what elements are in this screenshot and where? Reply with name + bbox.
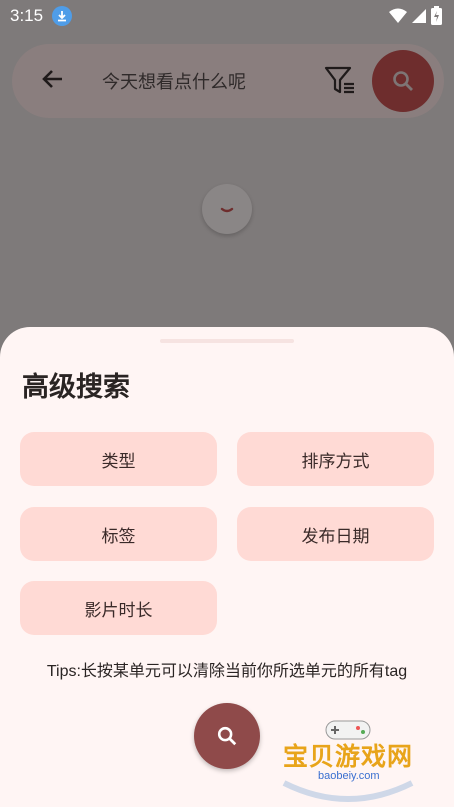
advanced-search-sheet: 高级搜索 类型 排序方式 标签 发布日期 影片时长 Tips:长按某单元可以清除… xyxy=(0,327,454,807)
chip-type[interactable]: 类型 xyxy=(20,432,217,486)
search-icon xyxy=(393,71,413,91)
drag-handle[interactable] xyxy=(160,339,294,343)
chip-sort[interactable]: 排序方式 xyxy=(237,432,434,486)
watermark-name: 宝贝游戏网 xyxy=(282,742,413,771)
wifi-icon xyxy=(389,8,407,23)
chip-tags[interactable]: 标签 xyxy=(20,507,217,561)
search-bar[interactable]: 今天想看点什么呢 xyxy=(12,44,444,118)
status-icons xyxy=(389,6,442,25)
filter-icon[interactable] xyxy=(324,64,356,100)
battery-icon xyxy=(431,6,442,25)
arrow-left-icon[interactable] xyxy=(40,66,66,96)
chip-duration[interactable]: 影片时长 xyxy=(20,581,217,635)
search-button[interactable] xyxy=(372,50,434,112)
status-time: 3:15 xyxy=(10,6,44,25)
signal-icon xyxy=(412,8,426,23)
tips-text: Tips:长按某单元可以清除当前你所选单元的所有tag xyxy=(46,663,408,680)
watermark-logo: 宝贝游戏网 baobeiy.com xyxy=(278,715,418,803)
loading-spinner xyxy=(202,184,252,234)
search-submit-button[interactable] xyxy=(194,703,260,769)
chip-release-date[interactable]: 发布日期 xyxy=(237,507,434,561)
sheet-title: 高级搜索 xyxy=(22,372,130,403)
download-icon xyxy=(52,6,72,26)
status-bar: 3:15 xyxy=(0,0,454,32)
watermark-url: baobeiy.com xyxy=(318,770,380,782)
search-input[interactable]: 今天想看点什么呢 xyxy=(102,68,246,94)
search-icon xyxy=(217,726,237,746)
